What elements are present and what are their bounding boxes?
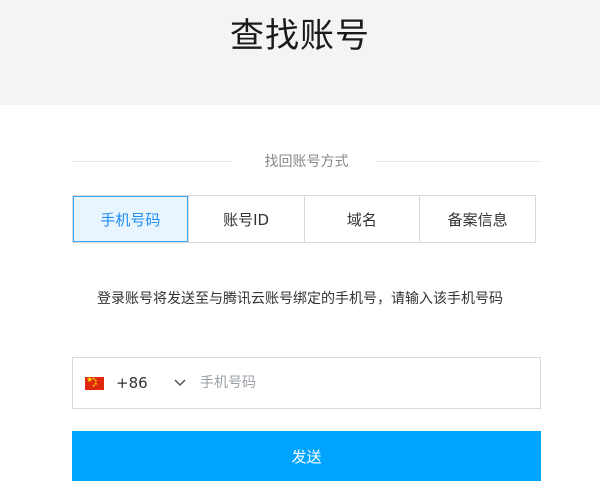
tab-domain[interactable]: 域名 (303, 196, 420, 242)
tab-filing-info[interactable]: 备案信息 (419, 196, 535, 242)
header: 查找账号 (0, 0, 600, 105)
page-title: 查找账号 (230, 16, 370, 56)
method-divider: 找回账号方式 (72, 150, 541, 174)
country-code-select[interactable]: ★ ★ ★ ★ ★ +86 (73, 358, 200, 408)
method-section-label: 找回账号方式 (264, 154, 349, 170)
recovery-method-tabs: 手机号码 账号ID 域名 备案信息 (72, 195, 536, 243)
tab-phone-number[interactable]: 手机号码 (73, 196, 188, 242)
country-code: +86 (116, 374, 148, 392)
chevron-down-icon[interactable] (174, 377, 186, 389)
send-button[interactable]: 发送 (72, 431, 541, 481)
china-flag-icon: ★ ★ ★ ★ ★ (85, 375, 104, 390)
phone-input-group: ★ ★ ★ ★ ★ +86 (72, 357, 541, 409)
flag-star-small: ★ (92, 382, 96, 388)
divider-line-right (376, 161, 541, 162)
tab-account-id[interactable]: 账号ID (187, 196, 304, 242)
info-text: 登录账号将发送至与腾讯云账号绑定的手机号，请输入该手机号码 (97, 291, 503, 307)
phone-number-input[interactable] (200, 358, 540, 408)
